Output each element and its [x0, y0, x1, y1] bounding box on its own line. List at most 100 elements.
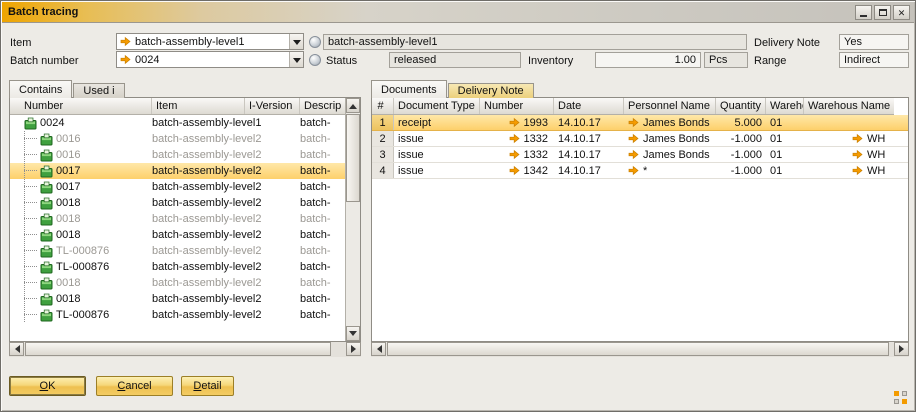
link-arrow-icon[interactable]: [628, 149, 640, 160]
batch-tree-row[interactable]: 0018batch-assembly-level2batch-: [10, 195, 345, 211]
right-arrow-icon: [351, 345, 360, 353]
maximize-button[interactable]: [874, 5, 891, 20]
dropdown-arrow-icon[interactable]: [289, 34, 303, 49]
window-title: Batch tracing: [2, 6, 78, 18]
tree-connector-icon: [14, 211, 40, 227]
warehouse-name-label: WH: [867, 149, 885, 161]
inventory-uom-field[interactable]: Pcs: [704, 52, 748, 68]
cancel-button[interactable]: Cancel: [96, 376, 173, 396]
item-combo-value: batch-assembly-level1: [135, 36, 244, 48]
reference-circle-icon[interactable]: [309, 54, 321, 66]
resize-grip-icon[interactable]: [894, 391, 908, 405]
scroll-left-button[interactable]: [9, 342, 24, 356]
batch-tree-row[interactable]: 0016batch-assembly-level2batch-: [10, 131, 345, 147]
link-arrow-icon[interactable]: [509, 117, 521, 128]
item-combo[interactable]: batch-assembly-level1: [116, 33, 304, 50]
delivery-note-label: Delivery Note: [754, 37, 820, 49]
document-row[interactable]: 2issue133214.10.17James Bonds-1.00001WH: [372, 131, 908, 147]
contains-table: Number Item I-Version Descrip 0024batch-…: [9, 97, 361, 342]
link-arrow-icon[interactable]: [120, 54, 132, 65]
link-arrow-icon[interactable]: [120, 36, 132, 47]
close-button[interactable]: [893, 5, 910, 20]
tab-delivery-note[interactable]: Delivery Note: [448, 83, 534, 98]
batch-number-label: 0018: [56, 197, 80, 209]
link-arrow-icon[interactable]: [628, 117, 640, 128]
document-row[interactable]: 1receipt199314.10.17James Bonds5.00001: [372, 115, 908, 131]
link-arrow-icon[interactable]: [628, 165, 640, 176]
column-header-index: #: [372, 98, 394, 114]
minimize-button[interactable]: [855, 5, 872, 20]
horizontal-scrollbar[interactable]: [371, 342, 909, 357]
tab-contains[interactable]: Contains: [9, 80, 72, 98]
scroll-down-button[interactable]: [346, 326, 360, 341]
scroll-up-button[interactable]: [346, 98, 360, 113]
item-name-cell: batch-assembly-level2: [152, 181, 245, 193]
batch-tree-row[interactable]: TL-000876batch-assembly-level2batch-: [10, 307, 345, 323]
tab-used-in[interactable]: Used i: [73, 83, 124, 98]
batch-icon: [40, 277, 53, 290]
batch-tree-row[interactable]: 0024batch-assembly-level1batch-: [10, 115, 345, 131]
batch-number-cell: 0017: [10, 179, 152, 195]
link-arrow-icon[interactable]: [852, 149, 864, 160]
tree-connector-icon: [14, 259, 40, 275]
link-arrow-icon[interactable]: [509, 165, 521, 176]
batch-number-label: Batch number: [10, 55, 78, 67]
minimize-icon: [860, 15, 867, 17]
description-cell: batch-: [300, 117, 345, 129]
batch-tree-row[interactable]: 0016batch-assembly-level2batch-: [10, 147, 345, 163]
personnel-name-label: James Bonds: [643, 117, 710, 129]
document-number-label: 1993: [524, 117, 548, 129]
inventory-label: Inventory: [528, 55, 573, 67]
status-field[interactable]: released: [389, 52, 521, 68]
link-arrow-icon[interactable]: [628, 133, 640, 144]
tab-documents[interactable]: Documents: [371, 80, 447, 98]
reference-circle-icon[interactable]: [309, 36, 321, 48]
scroll-right-button[interactable]: [346, 342, 361, 356]
horizontal-scrollbar[interactable]: [9, 342, 361, 357]
batch-tree-row[interactable]: 0018batch-assembly-level2batch-: [10, 211, 345, 227]
link-arrow-icon[interactable]: [509, 149, 521, 160]
down-arrow-icon: [349, 331, 357, 340]
detail-button[interactable]: Detail: [181, 376, 234, 396]
batch-tree-row[interactable]: TL-000876batch-assembly-level2batch-: [10, 243, 345, 259]
batch-number-label: TL-000876: [56, 245, 109, 257]
batch-tree-row[interactable]: 0018batch-assembly-level2batch-: [10, 227, 345, 243]
title-bar[interactable]: Batch tracing: [2, 2, 914, 23]
ok-button[interactable]: OK: [9, 376, 86, 396]
warehouse-cell: 01: [766, 149, 804, 161]
documents-table-rows: 1receipt199314.10.17James Bonds5.000012i…: [372, 115, 908, 341]
horizontal-scrollbar-thumb[interactable]: [387, 342, 889, 356]
batch-tree-row[interactable]: TL-000876batch-assembly-level2batch-: [10, 259, 345, 275]
link-arrow-icon[interactable]: [852, 133, 864, 144]
delivery-note-field[interactable]: Yes: [839, 34, 909, 50]
description-cell: batch-: [300, 245, 345, 257]
batch-tree-row[interactable]: 0017batch-assembly-level2batch-: [10, 163, 345, 179]
dropdown-arrow-icon[interactable]: [289, 52, 303, 67]
horizontal-scrollbar-thumb[interactable]: [25, 342, 331, 356]
scroll-right-button[interactable]: [894, 342, 909, 356]
document-row[interactable]: 4issue134214.10.17*-1.00001WH: [372, 163, 908, 179]
warehouse-cell: 01: [766, 165, 804, 177]
inventory-field[interactable]: 1.00: [595, 52, 701, 68]
contains-tabs: Contains Used i: [9, 80, 126, 98]
vertical-scrollbar[interactable]: [345, 98, 360, 341]
item-description-field[interactable]: batch-assembly-level1: [323, 34, 747, 50]
link-arrow-icon[interactable]: [509, 133, 521, 144]
batch-tree-row[interactable]: 0018batch-assembly-level2batch-: [10, 275, 345, 291]
vertical-scrollbar-thumb[interactable]: [346, 114, 360, 202]
item-name-cell: batch-assembly-level2: [152, 309, 245, 321]
document-number-cell: 1332: [480, 133, 554, 145]
batch-number-cell: 0018: [10, 211, 152, 227]
document-number-cell: 1993: [480, 117, 554, 129]
warehouse-name-cell: WH: [804, 149, 908, 161]
document-row[interactable]: 3issue133214.10.17James Bonds-1.00001WH: [372, 147, 908, 163]
scroll-left-button[interactable]: [371, 342, 386, 356]
document-type-cell: issue: [394, 165, 480, 177]
batch-number-combo[interactable]: 0024: [116, 51, 304, 68]
batch-tree-row[interactable]: 0017batch-assembly-level2batch-: [10, 179, 345, 195]
item-name-cell: batch-assembly-level2: [152, 261, 245, 273]
link-arrow-icon[interactable]: [852, 165, 864, 176]
item-name-cell: batch-assembly-level1: [152, 117, 245, 129]
range-field[interactable]: Indirect: [839, 52, 909, 68]
batch-tree-row[interactable]: 0018batch-assembly-level2batch-: [10, 291, 345, 307]
